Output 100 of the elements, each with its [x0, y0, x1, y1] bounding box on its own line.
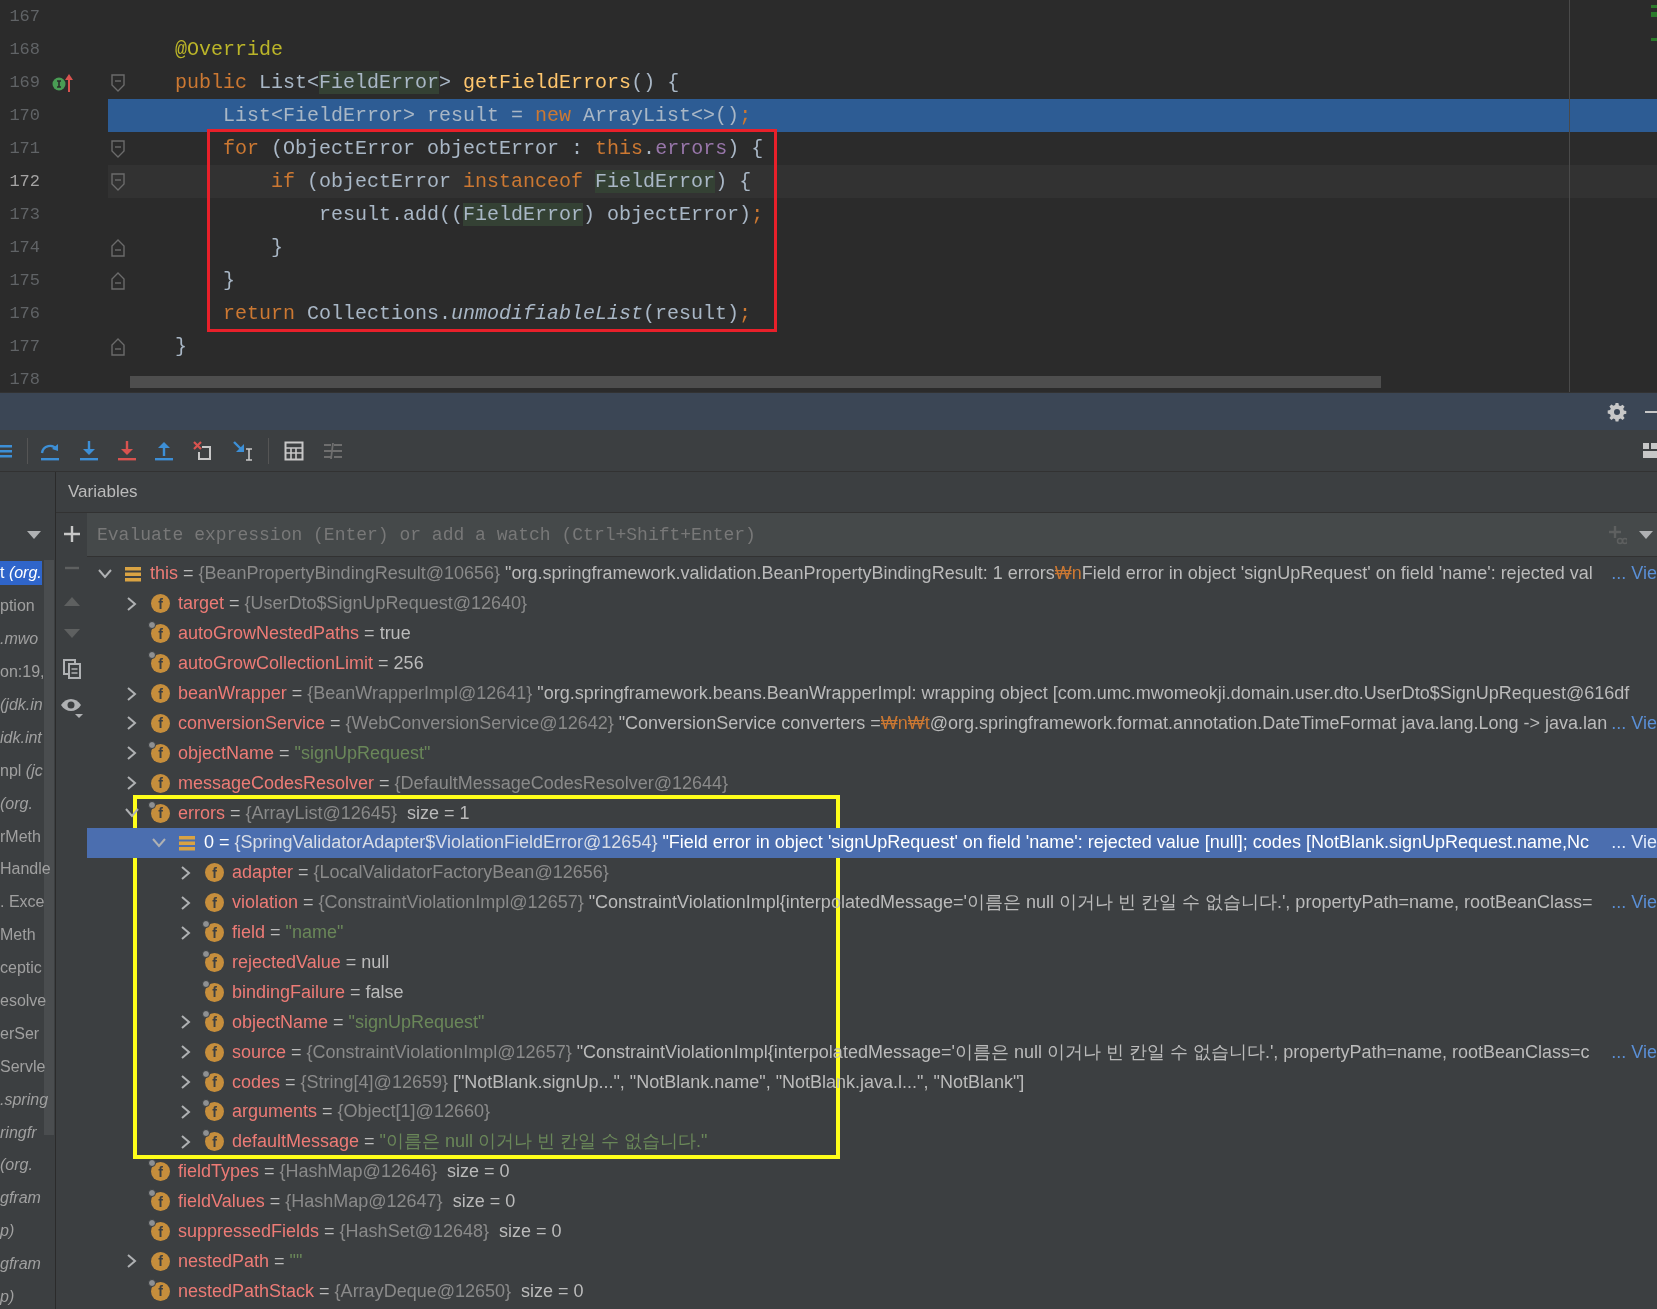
line-number: 175 [8, 269, 41, 292]
chevron-right-icon[interactable] [181, 1134, 191, 1149]
chevron-down-icon[interactable] [125, 808, 139, 819]
stack-frame[interactable]: .spring [0, 1087, 49, 1112]
add-icon[interactable] [62, 525, 81, 543]
line-number: 169 [8, 71, 41, 94]
dropdown-icon[interactable] [27, 531, 41, 539]
line-number: 178 [8, 368, 41, 391]
code-line: } [174, 333, 187, 360]
stack-frame[interactable]: rMeth [0, 824, 41, 849]
fold-icon[interactable] [110, 238, 125, 257]
chevron-right-icon[interactable] [181, 1015, 191, 1030]
settings-icon[interactable] [1607, 401, 1627, 422]
stack-frame[interactable]: erSer [0, 1021, 40, 1046]
variable-entry: objectName = "signUpRequest" [178, 741, 431, 765]
variable-entry: field = "name" [232, 921, 344, 945]
list-icon[interactable] [0, 442, 12, 459]
calculator-icon[interactable] [284, 440, 304, 461]
view-link[interactable]: ... Vie [1607, 709, 1657, 737]
fold-icon[interactable] [110, 271, 125, 290]
step-out-icon[interactable] [154, 439, 174, 462]
dropdown-icon[interactable] [1639, 531, 1653, 539]
implements-icon[interactable] [52, 72, 74, 93]
stack-frame[interactable]: t (org. [0, 561, 42, 586]
fold-icon[interactable] [110, 73, 125, 92]
stack-frame[interactable]: (org. [0, 791, 33, 816]
layout-icon[interactable] [1643, 443, 1657, 459]
stack-frame[interactable]: (jdk.in [0, 693, 43, 717]
variable-entry: conversionService = {WebConversionService@12642} "ConversionService converters =₩n₩t@org.springframework.format.annotation.DateTimeFormat java.lang.Long -> java.lan [178, 711, 1608, 735]
field-icon: f [151, 1192, 170, 1212]
chevron-right-icon[interactable] [127, 686, 137, 701]
selected-row[interactable]: 0 = {SpringValidatorAdapter$ViolationFieldError@12654} "Field error in object 'signUpRequest' on field 'name': rejected value [null]; codes [NotBlank.signUpRequest.name,Nc ... Vie [87, 828, 1657, 858]
fold-icon[interactable] [110, 337, 125, 356]
field-icon: f [151, 803, 170, 823]
run-to-cursor-icon[interactable] [232, 439, 254, 462]
variable-entry: beanWrapper = {BeanWrapperImpl@12641} "org.springframework.beans.BeanWrapperImpl: wrapping object [com.umc.mwomeokji.domain.user.dto.UserDto$SignUpRequest@616df [178, 682, 1630, 705]
stack-frame[interactable]: p) [0, 1285, 15, 1309]
stack-frame[interactable]: p) [0, 1219, 15, 1244]
variable-entry: messageCodesResolver = {DefaultMessageCodesResolver@12644} [178, 771, 730, 795]
panel-title: Variables [68, 481, 138, 504]
stack-frame[interactable]: esolve [0, 989, 47, 1013]
chevron-right-icon[interactable] [127, 716, 137, 731]
stack-frame[interactable]: Handle [0, 857, 51, 882]
chevron-right-icon[interactable] [181, 865, 191, 880]
field-icon: f [205, 1042, 224, 1062]
field-icon: f [205, 1132, 224, 1152]
stack-frame[interactable]: Meth [0, 923, 36, 948]
line-number: 167 [8, 5, 41, 28]
drop-frame-icon[interactable] [192, 439, 214, 462]
chevron-right-icon[interactable] [181, 1045, 191, 1060]
stack-frame[interactable]: on:19, [0, 660, 45, 685]
chevron-right-icon[interactable] [181, 895, 191, 910]
stack-frame[interactable]: gfram [0, 1186, 41, 1211]
minimize-icon[interactable] [1645, 410, 1657, 413]
line-number: 170 [8, 104, 41, 127]
view-link[interactable]: ... Vie [1607, 829, 1657, 857]
stack-frame[interactable]: npl (jc [0, 758, 43, 783]
watch-icon[interactable] [59, 696, 84, 718]
chevron-right-icon[interactable] [181, 1104, 191, 1119]
field-icon: f [151, 594, 170, 614]
stack-frame[interactable]: idk.int [0, 725, 42, 750]
copy-icon[interactable] [62, 659, 81, 679]
object-icon [124, 564, 142, 583]
stack-frame[interactable]: gfram [0, 1252, 41, 1277]
fold-icon[interactable] [110, 139, 125, 158]
force-step-into-icon[interactable] [117, 439, 137, 462]
variable-entry: autoGrowNestedPaths = true [178, 622, 411, 646]
chevron-right-icon[interactable] [127, 776, 137, 791]
object-icon [178, 833, 196, 852]
stack-frame[interactable]: Servle [0, 1054, 46, 1079]
scrollbar-thumb[interactable] [130, 376, 1381, 388]
stack-frame[interactable]: ceptic [0, 956, 42, 981]
chevron-right-icon[interactable] [181, 1075, 191, 1090]
variable-entry: bindingFailure = false [232, 980, 404, 1004]
code-line: List<FieldError> result = new ArrayList<>(); [222, 102, 752, 129]
chevron-right-icon[interactable] [181, 925, 191, 940]
change-marker [1651, 38, 1657, 41]
field-icon: f [205, 923, 224, 943]
stack-frame[interactable]: (org. [0, 1153, 33, 1178]
view-link[interactable]: ... Vie [1607, 889, 1657, 917]
stack-frame[interactable]: ringfr [0, 1120, 37, 1145]
line-number: 173 [8, 203, 41, 226]
stack-frame[interactable]: ption [0, 594, 35, 619]
line-number: 168 [8, 38, 41, 61]
chevron-right-icon[interactable] [127, 596, 137, 611]
chevron-down-icon[interactable] [98, 568, 112, 579]
stack-frame[interactable]: . Exce [0, 890, 45, 915]
chevron-right-icon[interactable] [127, 1254, 137, 1269]
field-icon: f [151, 743, 170, 763]
chevron-right-icon[interactable] [127, 746, 137, 761]
view-link[interactable]: ... Vie [1607, 560, 1657, 588]
fold-icon[interactable] [110, 172, 125, 191]
field-icon: f [205, 863, 224, 883]
code-line: if (objectError instanceof FieldError) { [270, 168, 752, 195]
stack-frame[interactable]: .mwo [0, 627, 39, 652]
line-number: 176 [8, 302, 41, 325]
variable-entry: fieldValues = {HashMap@12647} size = 0 [178, 1190, 516, 1214]
view-link[interactable]: ... Vie [1607, 1038, 1657, 1066]
step-into-icon[interactable] [79, 439, 99, 462]
field-icon: f [151, 1162, 170, 1182]
